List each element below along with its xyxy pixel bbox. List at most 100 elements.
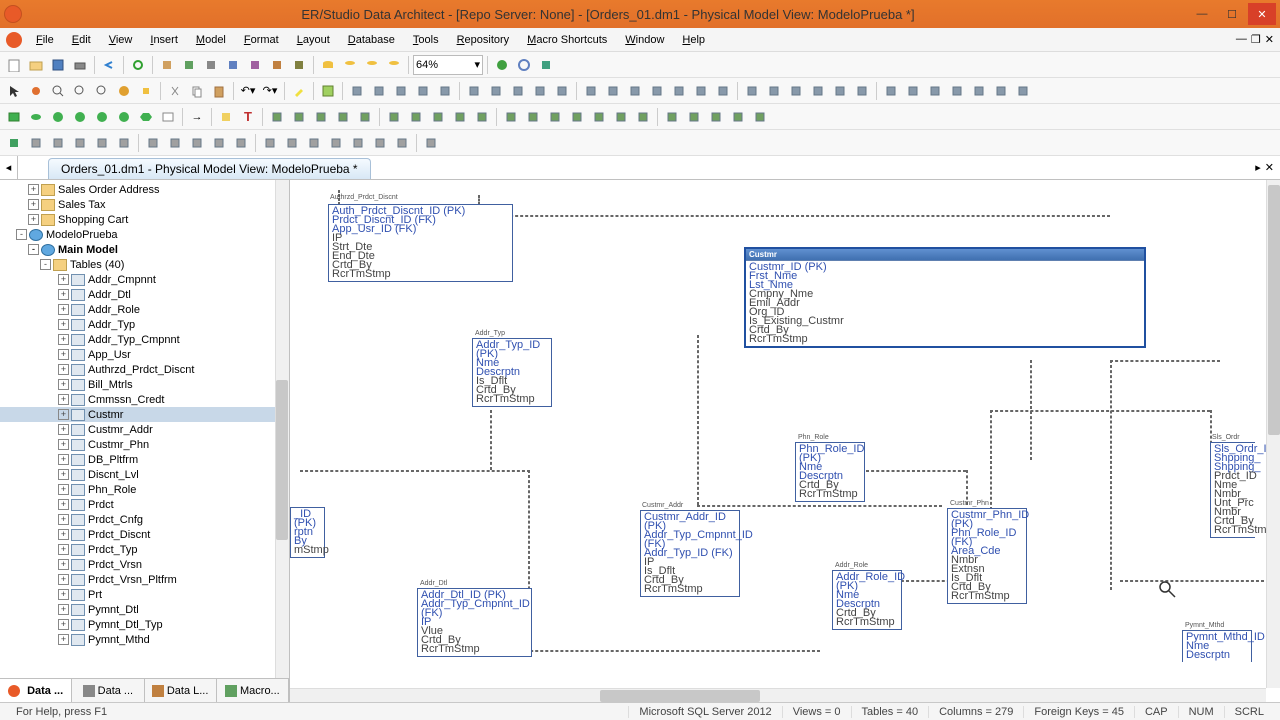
tree-node[interactable]: +Shopping Cart [0, 212, 289, 227]
print-button[interactable] [70, 55, 90, 75]
open-button[interactable] [26, 55, 46, 75]
tb2-rest-btn-24[interactable] [903, 81, 923, 101]
tree-table-custmr_phn[interactable]: +Custmr_Phn [0, 437, 289, 452]
menu-insert[interactable]: Insert [142, 31, 186, 49]
tree-table-addr_typ[interactable]: +Addr_Typ [0, 317, 289, 332]
pointer-tool[interactable] [4, 81, 24, 101]
redo2-button[interactable]: ↷▾ [260, 81, 280, 101]
tool-b6[interactable] [267, 55, 287, 75]
tb2-rest-btn-28[interactable] [991, 81, 1011, 101]
tb2-rest-btn-10[interactable] [581, 81, 601, 101]
mdi-close[interactable]: ✕ [1265, 33, 1274, 46]
tree-table-prdct_vrsn_pltfrm[interactable]: +Prdct_Vrsn_Pltfrm [0, 572, 289, 587]
tb3-rest-btn-7[interactable] [428, 107, 448, 127]
tb2-rest-btn-27[interactable] [969, 81, 989, 101]
tb3-rest-btn-11[interactable] [523, 107, 543, 127]
tree-table-bill_mtrls[interactable]: +Bill_Mtrls [0, 377, 289, 392]
refresh-button[interactable] [128, 55, 148, 75]
tb4-rest-btn-10[interactable] [260, 133, 280, 153]
highlight-tool[interactable] [289, 81, 309, 101]
tree-node[interactable]: +Sales Tax [0, 197, 289, 212]
pan-tool[interactable] [114, 81, 134, 101]
tool-b4[interactable] [223, 55, 243, 75]
repo-button[interactable] [536, 55, 556, 75]
tool-b1[interactable] [157, 55, 177, 75]
entity-addr-typ[interactable]: Addr_Typ_ID (PK)NmeDescrptnIs_DfltCrtd_B… [472, 338, 552, 407]
tb2-rest-btn-11[interactable] [603, 81, 623, 101]
tb2-rest-btn-29[interactable] [1013, 81, 1033, 101]
tree-table-prdct[interactable]: +Prdct [0, 497, 289, 512]
shape-circle3[interactable] [92, 107, 112, 127]
minimize-button[interactable]: — [1188, 3, 1216, 25]
tb2-rest-btn-23[interactable] [881, 81, 901, 101]
tb2-rest-btn-7[interactable] [508, 81, 528, 101]
help-button[interactable] [514, 55, 534, 75]
canvas-vscrollbar[interactable] [1266, 180, 1280, 688]
tb4-rest-btn-17[interactable] [421, 133, 441, 153]
tb3-rest-btn-6[interactable] [406, 107, 426, 127]
tree-node[interactable]: -ModeloPrueba [0, 227, 289, 242]
menu-help[interactable]: Help [674, 31, 713, 49]
tb2-rest-btn-3[interactable] [413, 81, 433, 101]
menu-file[interactable]: File [28, 31, 62, 49]
tree-table-db_pltfrm[interactable]: +DB_Pltfrm [0, 452, 289, 467]
tree-node[interactable]: -Main Model [0, 242, 289, 257]
shape-hex[interactable] [136, 107, 156, 127]
paste-button[interactable] [209, 81, 229, 101]
db-button-4[interactable] [384, 55, 404, 75]
web-button[interactable] [492, 55, 512, 75]
tree-table-pymnt_dtl_typ[interactable]: +Pymnt_Dtl_Typ [0, 617, 289, 632]
tree-table-prt[interactable]: +Prt [0, 587, 289, 602]
tb3-rest-btn-4[interactable] [355, 107, 375, 127]
tree-table-prdct_typ[interactable]: +Prdct_Typ [0, 542, 289, 557]
tb2-rest-btn-18[interactable] [764, 81, 784, 101]
tb3-rest-btn-14[interactable] [589, 107, 609, 127]
entity-tool[interactable] [4, 107, 24, 127]
entity-custmr-phn[interactable]: Custmr_Phn_ID (PK)Phn_Role_ID (FK)Area_C… [947, 508, 1027, 604]
repo-tool-1[interactable] [4, 133, 24, 153]
copy-button[interactable] [187, 81, 207, 101]
entity-addr-dtl[interactable]: Addr_Dtl_ID (PK)Addr_Typ_Cmpnnt_ID (FK)I… [417, 588, 532, 657]
tree-table-phn_role[interactable]: +Phn_Role [0, 482, 289, 497]
shape-oval[interactable] [26, 107, 46, 127]
tb4-rest-btn-0[interactable] [26, 133, 46, 153]
doc-tab[interactable]: Orders_01.dm1 - Physical Model View: Mod… [48, 158, 371, 179]
tb2-rest-btn-17[interactable] [742, 81, 762, 101]
tool-b2[interactable] [179, 55, 199, 75]
tb2-rest-btn-15[interactable] [691, 81, 711, 101]
menu-layout[interactable]: Layout [289, 31, 338, 49]
tb3-rest-btn-5[interactable] [384, 107, 404, 127]
tb3-rest-btn-0[interactable] [267, 107, 287, 127]
new-button[interactable] [4, 55, 24, 75]
tool-b5[interactable] [245, 55, 265, 75]
tb4-rest-btn-14[interactable] [348, 133, 368, 153]
tb3-rest-btn-18[interactable] [684, 107, 704, 127]
menu-database[interactable]: Database [340, 31, 403, 49]
tree-table-addr_typ_cmpnnt[interactable]: +Addr_Typ_Cmpnnt [0, 332, 289, 347]
tb4-rest-btn-7[interactable] [187, 133, 207, 153]
menu-window[interactable]: Window [617, 31, 672, 49]
tb2-rest-btn-19[interactable] [786, 81, 806, 101]
tree-scrollbar[interactable] [275, 180, 289, 678]
db-button-2[interactable] [340, 55, 360, 75]
grid-tool[interactable] [318, 81, 338, 101]
entity-authrzd[interactable]: Auth_Prdct_Discnt_ID (PK)Prdct_Discnt_ID… [328, 204, 513, 282]
tb2-rest-btn-9[interactable] [552, 81, 572, 101]
tb2-rest-btn-16[interactable] [713, 81, 733, 101]
tab-scroll-left[interactable]: ◂ [0, 156, 18, 179]
tree[interactable]: +Sales Order Address+Sales Tax+Shopping … [0, 180, 289, 649]
tree-table-app_usr[interactable]: +App_Usr [0, 347, 289, 362]
shape-circle1[interactable] [48, 107, 68, 127]
tb3-rest-btn-9[interactable] [472, 107, 492, 127]
tree-table-prdct_discnt[interactable]: +Prdct_Discnt [0, 527, 289, 542]
entity-custmr[interactable]: Custmr Custmr_ID (PK)Frst_NmeLst_NmeCmpn… [745, 248, 1145, 347]
tree-node[interactable]: +Sales Order Address [0, 182, 289, 197]
tb4-rest-btn-11[interactable] [282, 133, 302, 153]
tb2-rest-btn-4[interactable] [435, 81, 455, 101]
tb2-rest-btn-2[interactable] [391, 81, 411, 101]
tb4-rest-btn-12[interactable] [304, 133, 324, 153]
mdi-minimize[interactable]: — [1236, 33, 1247, 46]
zoom-in-tool[interactable] [48, 81, 68, 101]
tb3-rest-btn-16[interactable] [633, 107, 653, 127]
maximize-button[interactable]: ☐ [1218, 3, 1246, 25]
